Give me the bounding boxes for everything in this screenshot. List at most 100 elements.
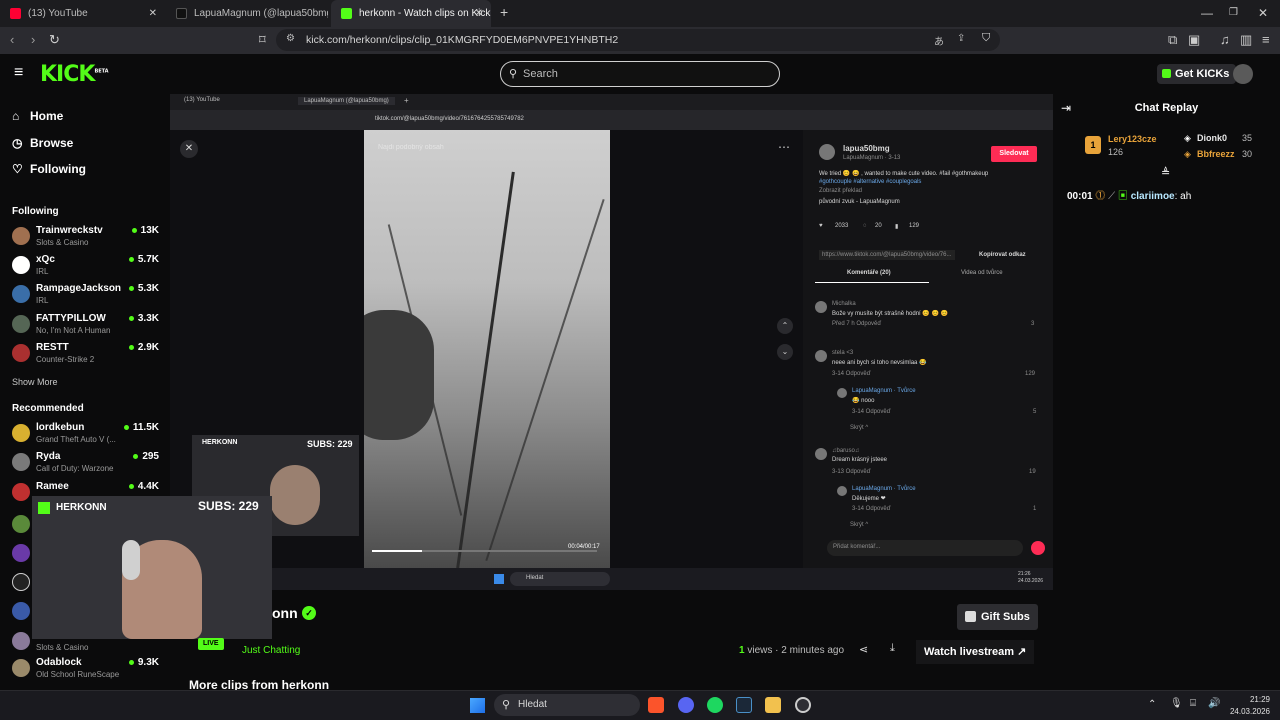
translate-icon[interactable]: あ <box>934 33 944 48</box>
avatar[interactable] <box>12 602 30 620</box>
comment-placeholder: Přidat komentář... <box>833 544 881 550</box>
leaderboard-count: 35 <box>1242 133 1253 143</box>
download-icon[interactable]: ⤓ <box>890 642 895 655</box>
user-avatar[interactable] <box>1233 64 1253 84</box>
avatar[interactable] <box>12 515 30 533</box>
following-section-title: Following <box>12 206 59 217</box>
channel-name[interactable]: onn <box>272 605 298 621</box>
sidebar-item-home[interactable]: ⌂ Home <box>12 109 63 123</box>
watch-livestream-label: Watch livestream <box>924 646 1015 658</box>
hamburger-menu-icon[interactable]: ≡ <box>14 64 23 82</box>
sidebar-item-browse[interactable]: ◷ Browse <box>12 136 73 150</box>
channel-item[interactable]: RESTT Counter-Strike 2 2.9K <box>12 341 162 369</box>
close-window-icon[interactable]: ✕ <box>1258 6 1268 20</box>
tiktok-video: Najdi podobný obsah 00:04/00:17 <box>364 130 610 568</box>
brave-icon[interactable] <box>648 697 664 713</box>
windows-start-icon[interactable] <box>470 698 485 713</box>
chat-title: Chat Replay <box>1134 102 1199 114</box>
chat-replay-panel: ⇥ Chat Replay 1 Lery123cze 126 ◈ Dionk0 … <box>1053 94 1280 694</box>
channel-item[interactable]: RampageJackson IRL 5.3K <box>12 282 162 310</box>
gift-icon <box>965 611 976 622</box>
tab-kick[interactable]: herkonn - Watch clips on Kick ✕ <box>331 0 491 27</box>
captured-search-text: Hledat <box>526 575 544 581</box>
leaderboard-count: 30 <box>1242 149 1253 159</box>
leaderboard-name[interactable]: Lery123cze <box>1108 134 1157 144</box>
comment-user: LapuaMagnum · Tvůrce <box>852 388 916 394</box>
watch-livestream-button[interactable]: Watch livestream ↗ <box>916 640 1035 664</box>
steam-icon[interactable] <box>736 697 752 713</box>
comment-user: ♫baruso♫ <box>832 448 860 454</box>
comment-likes: 3 <box>1031 321 1035 327</box>
message-user[interactable]: clariimoe <box>1131 191 1175 202</box>
channel-category: Slots & Casino <box>36 643 89 652</box>
forward-icon[interactable]: › <box>31 32 35 47</box>
avatar[interactable] <box>12 573 30 591</box>
comment-text: neee ani bych si toho nevsimlaa 😂 <box>832 360 927 366</box>
address-bar[interactable]: ⚙ kick.com/herkonn/clips/clip_01KMGRFYD0… <box>276 29 1000 51</box>
search-icon: ⚲ <box>509 68 518 80</box>
category-link[interactable]: Just Chatting <box>242 645 300 656</box>
back-icon[interactable]: ‹ <box>10 32 14 47</box>
avatar <box>815 301 827 313</box>
share-icon[interactable]: ⋖ <box>859 643 868 656</box>
brave-shield-icon[interactable]: ⛉ <box>982 32 990 45</box>
chevron-up-icon[interactable]: ⌃ <box>1148 699 1156 710</box>
video-link: https://www.tiktok.com/@lapua50bmg/video… <box>819 250 955 260</box>
comment-likes: 5 <box>1033 409 1037 415</box>
leaderboard-name[interactable]: Bbfreezz <box>1197 149 1235 159</box>
channel-item[interactable]: xQc IRL 5.7K <box>12 253 162 281</box>
sidebar-item-following[interactable]: ♡ Following <box>12 162 86 176</box>
spotify-icon[interactable] <box>707 697 723 713</box>
viewer-count: 11.5K <box>124 422 159 433</box>
comment-likes: 19 <box>1029 469 1036 475</box>
channel-item[interactable]: Trainwreckstv Slots & Casino 13K <box>12 224 162 252</box>
avatar[interactable] <box>12 544 30 562</box>
channel-item[interactable]: FATTYPILLOW No, I'm Not A Human 3.3K <box>12 312 162 340</box>
close-icon: ✕ <box>180 140 198 158</box>
taskbar-clock[interactable]: 21:29 24.03.2026 <box>1228 694 1270 718</box>
expand-leaderboard-icon[interactable]: ≜ <box>1161 166 1170 179</box>
tab-tiktok[interactable]: LapuaMagnum (@lapua50bmg) | TikTok <box>166 0 328 27</box>
channel-item[interactable]: lordkebun Grand Theft Auto V (... 11.5K <box>12 421 162 449</box>
file-explorer-icon[interactable] <box>765 697 781 713</box>
menu-icon[interactable]: ≡ <box>1262 32 1270 47</box>
new-tab-button[interactable]: + <box>500 4 508 20</box>
bookmark-icon: ▮ <box>895 224 899 230</box>
maximize-icon[interactable]: ❐ <box>1229 7 1238 18</box>
close-icon[interactable]: ✕ <box>475 8 483 19</box>
verified-icon: ✓ <box>302 606 316 620</box>
kick-logo[interactable]: KICKBETA <box>40 62 109 87</box>
channel-item[interactable]: Ryda Call of Duty: Warzone 295 <box>12 450 162 478</box>
clock-date: 24.03.2026 <box>1229 707 1270 716</box>
logo-text: KICK <box>40 62 95 87</box>
volume-icon[interactable]: 🔊 <box>1208 698 1220 709</box>
extensions-icon[interactable]: ⧉ <box>1168 32 1177 48</box>
reload-icon[interactable]: ↻ <box>49 32 60 48</box>
media-icon[interactable]: ♫ <box>1220 32 1230 47</box>
sidebar-toggle-icon[interactable]: ▥ <box>1240 32 1252 48</box>
minimize-icon[interactable]: — <box>1201 6 1213 20</box>
avatar <box>815 350 827 362</box>
discord-icon[interactable] <box>678 697 694 713</box>
avatar <box>815 448 827 460</box>
share-icon[interactable]: ⇪ <box>957 33 965 44</box>
copy-link-button: Kopírovat odkaz <box>979 252 1026 258</box>
chevron-up-icon: ⌃ <box>777 318 793 334</box>
tab-youtube[interactable]: (13) YouTube ✕ <box>0 0 165 27</box>
show-more-link[interactable]: Show More <box>12 377 58 387</box>
avatar <box>12 227 30 245</box>
get-kicks-button[interactable]: Get KICKs <box>1157 64 1237 84</box>
leaderboard-name[interactable]: Dionk0 <box>1197 133 1227 143</box>
gift-subs-button[interactable]: Gift Subs <box>957 604 1038 630</box>
app-icon[interactable] <box>795 697 811 713</box>
close-icon[interactable]: ✕ <box>149 8 157 19</box>
search-input[interactable]: ⚲ Search <box>500 61 780 87</box>
bookmark-icon[interactable]: ⌑ <box>259 32 266 48</box>
wallet-icon[interactable]: ▣ <box>1188 32 1200 48</box>
channel-item[interactable]: Odablock Old School RuneScape 9.3K <box>12 656 162 684</box>
taskbar-search[interactable]: ⚲ Hledat <box>494 694 640 716</box>
network-icon[interactable]: ⌸ <box>1190 698 1196 709</box>
badge-icon: ⓵ <box>1095 191 1106 202</box>
site-info-icon[interactable]: ⚙ <box>286 33 295 44</box>
microphone-icon[interactable]: 🎙 <box>1170 698 1183 709</box>
